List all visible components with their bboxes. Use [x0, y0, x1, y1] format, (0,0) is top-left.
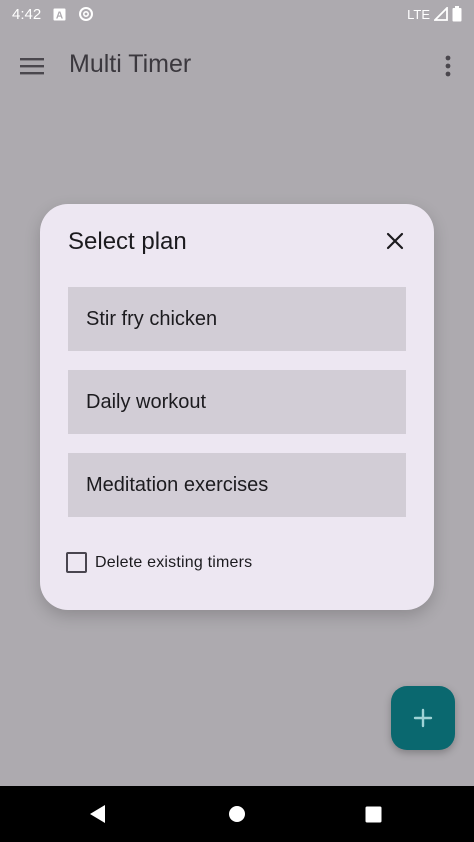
network-type: LTE: [407, 6, 430, 22]
battery-icon: [452, 6, 462, 22]
add-timer-button[interactable]: [391, 686, 455, 750]
plan-item-stir-fry-chicken[interactable]: Stir fry chicken: [68, 287, 406, 351]
menu-icon[interactable]: [18, 52, 46, 80]
svg-text:A: A: [56, 10, 63, 21]
home-icon[interactable]: [228, 805, 246, 828]
delete-existing-timers-label: Delete existing timers: [95, 553, 253, 571]
delete-existing-timers-row[interactable]: Delete existing timers: [66, 552, 252, 573]
recents-icon[interactable]: [365, 806, 382, 828]
plan-item-label: Daily workout: [86, 390, 207, 413]
dialog-title: Select plan: [68, 228, 187, 255]
status-time: 4:42: [12, 5, 42, 23]
status-bar-right: LTE: [407, 6, 462, 22]
plan-item-label: Stir fry chicken: [86, 307, 218, 330]
plus-icon: [413, 708, 433, 728]
plan-item-meditation-exercises[interactable]: Meditation exercises: [68, 453, 406, 517]
back-icon[interactable]: [88, 804, 108, 829]
close-icon[interactable]: [382, 228, 408, 254]
system-nav-bar: [0, 786, 474, 842]
status-bar-left: 4:42 A: [12, 6, 94, 23]
app-title: Multi Timer: [69, 50, 192, 78]
more-vert-icon[interactable]: [436, 52, 460, 80]
text-a-icon: A: [53, 8, 66, 21]
signal-icon: [434, 7, 448, 21]
delete-existing-timers-checkbox[interactable]: [66, 552, 87, 573]
plan-item-daily-workout[interactable]: Daily workout: [68, 370, 406, 434]
select-plan-dialog: Select plan Stir fry chicken Daily worko…: [40, 204, 434, 610]
app-bar: Multi Timer: [0, 28, 474, 104]
sync-icon: [78, 6, 94, 22]
status-bar: 4:42 A LTE: [0, 0, 474, 28]
plan-item-label: Meditation exercises: [86, 473, 269, 496]
